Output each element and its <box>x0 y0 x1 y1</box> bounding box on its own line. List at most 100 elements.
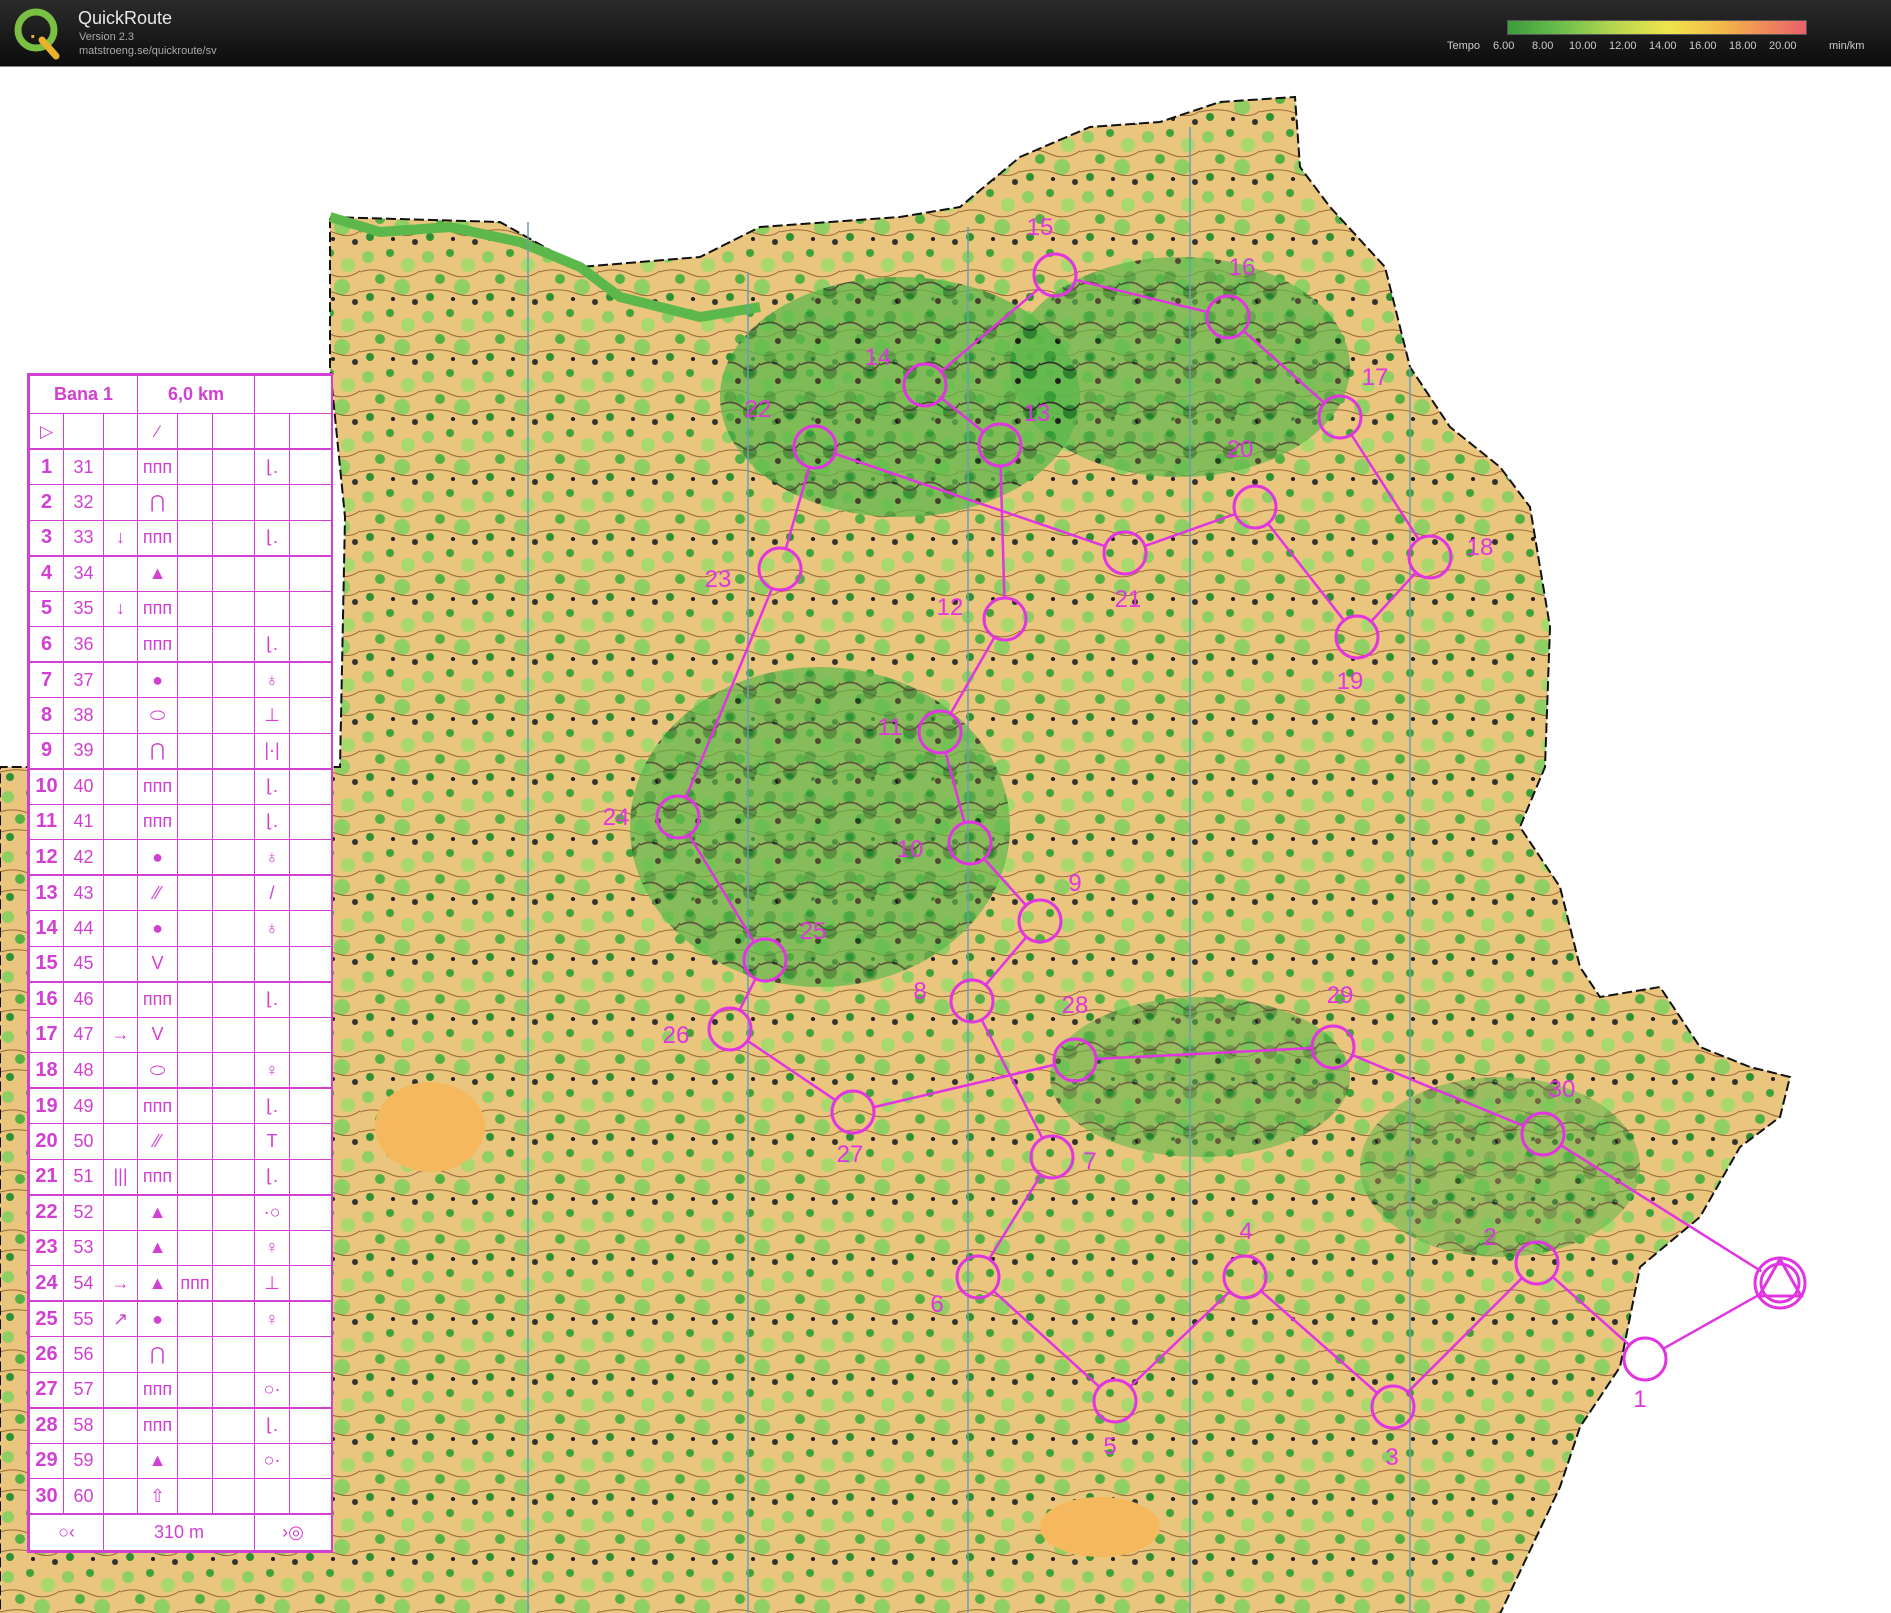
control-code: 60 <box>63 1478 104 1515</box>
control-number-label: 1 <box>1633 1386 1646 1413</box>
location-icon <box>254 484 291 521</box>
other-info-cell <box>289 626 333 663</box>
finish-row: ○‹ 310 m ›◎ <box>29 1513 333 1551</box>
control-number-label: 16 <box>1229 254 1256 281</box>
appearance-icon <box>177 803 214 840</box>
which-feature-icon <box>102 697 139 734</box>
control-number: 5 <box>29 590 64 627</box>
control-description-row: 13 43 ⁄⁄ / <box>29 874 333 911</box>
control-description-row: 18 48 ⬭ ♀ <box>29 1052 333 1089</box>
feature-icon: ● <box>137 839 179 876</box>
appearance-icon <box>177 1300 214 1337</box>
control-code: 45 <box>63 945 104 982</box>
which-feature-icon <box>102 1193 139 1231</box>
which-feature-icon <box>102 448 139 485</box>
appearance-icon <box>177 448 214 485</box>
control-number: 9 <box>29 732 64 769</box>
control-number-label: 5 <box>1103 1433 1116 1460</box>
other-info-cell <box>289 1336 333 1373</box>
dimension-cell <box>212 1371 256 1408</box>
dimension-cell <box>212 1087 256 1124</box>
location-icon: ○· <box>254 1442 291 1479</box>
control-number-label: 11 <box>878 714 903 741</box>
control-number-label: 7 <box>1083 1148 1096 1175</box>
control-description-row: 1 31 ᴨᴨᴨ ⌊. <box>29 448 333 485</box>
control-number: 21 <box>29 1158 64 1195</box>
feature-icon: ▲ <box>137 1229 179 1266</box>
dimension-cell <box>212 1229 256 1266</box>
control-number-label: 21 <box>1115 586 1142 613</box>
location-icon: ♁ <box>254 661 291 698</box>
control-number: 19 <box>29 1087 64 1124</box>
which-feature-icon <box>102 1336 139 1373</box>
dimension-cell <box>212 484 256 521</box>
feature-icon: ᴨᴨᴨ <box>137 590 179 627</box>
open-land <box>1040 1497 1160 1557</box>
control-number: 20 <box>29 1123 64 1160</box>
control-number-label: 18 <box>1467 534 1494 561</box>
dimension-cell <box>212 1016 256 1053</box>
which-feature-icon: ↓ <box>102 519 139 556</box>
control-number: 8 <box>29 697 64 734</box>
which-feature-icon <box>102 839 139 876</box>
which-feature-icon <box>102 1406 139 1444</box>
feature-icon: V <box>137 945 179 982</box>
location-icon: ♀ <box>254 1300 291 1337</box>
feature-icon: ⁄⁄ <box>137 874 179 911</box>
app-url[interactable]: matstroeng.se/quickroute/sv <box>79 45 217 57</box>
which-feature-icon: ↗ <box>102 1300 139 1337</box>
control-code: 48 <box>63 1052 104 1089</box>
which-feature-icon <box>102 980 139 1018</box>
course-length: 6,0 km <box>137 375 256 414</box>
control-number-label: 9 <box>1068 870 1081 897</box>
which-feature-icon <box>102 1087 139 1124</box>
orienteering-map[interactable]: 1 2 3 4 5 6 7 8 9 10 11 12 13 14 15 16 17 18 19 20 21 22 23 24 2… <box>0 66 1891 1613</box>
control-number: 29 <box>29 1442 64 1479</box>
dimension-cell <box>212 448 256 485</box>
control-number-label: 14 <box>865 344 892 371</box>
finish-distance: 310 m <box>102 1513 256 1551</box>
location-icon: ⌊. <box>254 767 291 805</box>
control-description-row: 7 37 ● ♁ <box>29 661 333 698</box>
control-description-row: 21 51 ||| ᴨᴨᴨ ⌊. <box>29 1158 333 1195</box>
control-number: 22 <box>29 1193 64 1231</box>
control-code: 40 <box>63 767 104 805</box>
control-number: 7 <box>29 661 64 698</box>
feature-icon: ᴨᴨᴨ <box>137 1087 179 1124</box>
location-icon <box>254 1016 291 1053</box>
header-bar: . QuickRoute Version 2.3 matstroeng.se/q… <box>0 0 1891 66</box>
appearance-icon <box>177 1336 214 1373</box>
other-info-cell <box>289 590 333 627</box>
control-description-row: 29 59 ▲ ○· <box>29 1442 333 1479</box>
feature-icon: ᴨᴨᴨ <box>137 767 179 805</box>
control-description-row: 19 49 ᴨᴨᴨ ⌊. <box>29 1087 333 1124</box>
control-description-row: 3 33 ↓ ᴨᴨᴨ ⌊. <box>29 519 333 556</box>
dimension-cell <box>212 803 256 840</box>
other-info-cell <box>289 732 333 769</box>
control-code: 50 <box>63 1123 104 1160</box>
control-circle[interactable] <box>1622 1336 1668 1382</box>
control-number: 1 <box>29 448 64 485</box>
appearance-icon <box>177 945 214 982</box>
location-icon: ⌊. <box>254 448 291 485</box>
control-number: 25 <box>29 1300 64 1337</box>
control-number: 12 <box>29 839 64 876</box>
tempo-tick: 8.00 <box>1532 40 1554 52</box>
control-number: 6 <box>29 626 64 663</box>
control-description-row: 17 47 → V <box>29 1016 333 1053</box>
control-number-label: 17 <box>1362 364 1389 391</box>
control-code: 35 <box>63 590 104 627</box>
other-info-cell <box>289 1300 333 1337</box>
appearance-icon <box>177 590 214 627</box>
other-info-cell <box>289 945 333 982</box>
which-feature-icon <box>102 484 139 521</box>
appearance-icon <box>177 554 214 592</box>
control-code: 55 <box>63 1300 104 1337</box>
app-version: Version 2.3 <box>79 31 135 43</box>
which-feature-icon <box>102 1052 139 1089</box>
control-description-row: 23 53 ▲ ♀ <box>29 1229 333 1266</box>
control-number: 28 <box>29 1406 64 1444</box>
control-number: 30 <box>29 1478 64 1515</box>
control-number-label: 13 <box>1024 400 1051 427</box>
tempo-label: Tempo <box>1447 40 1481 52</box>
